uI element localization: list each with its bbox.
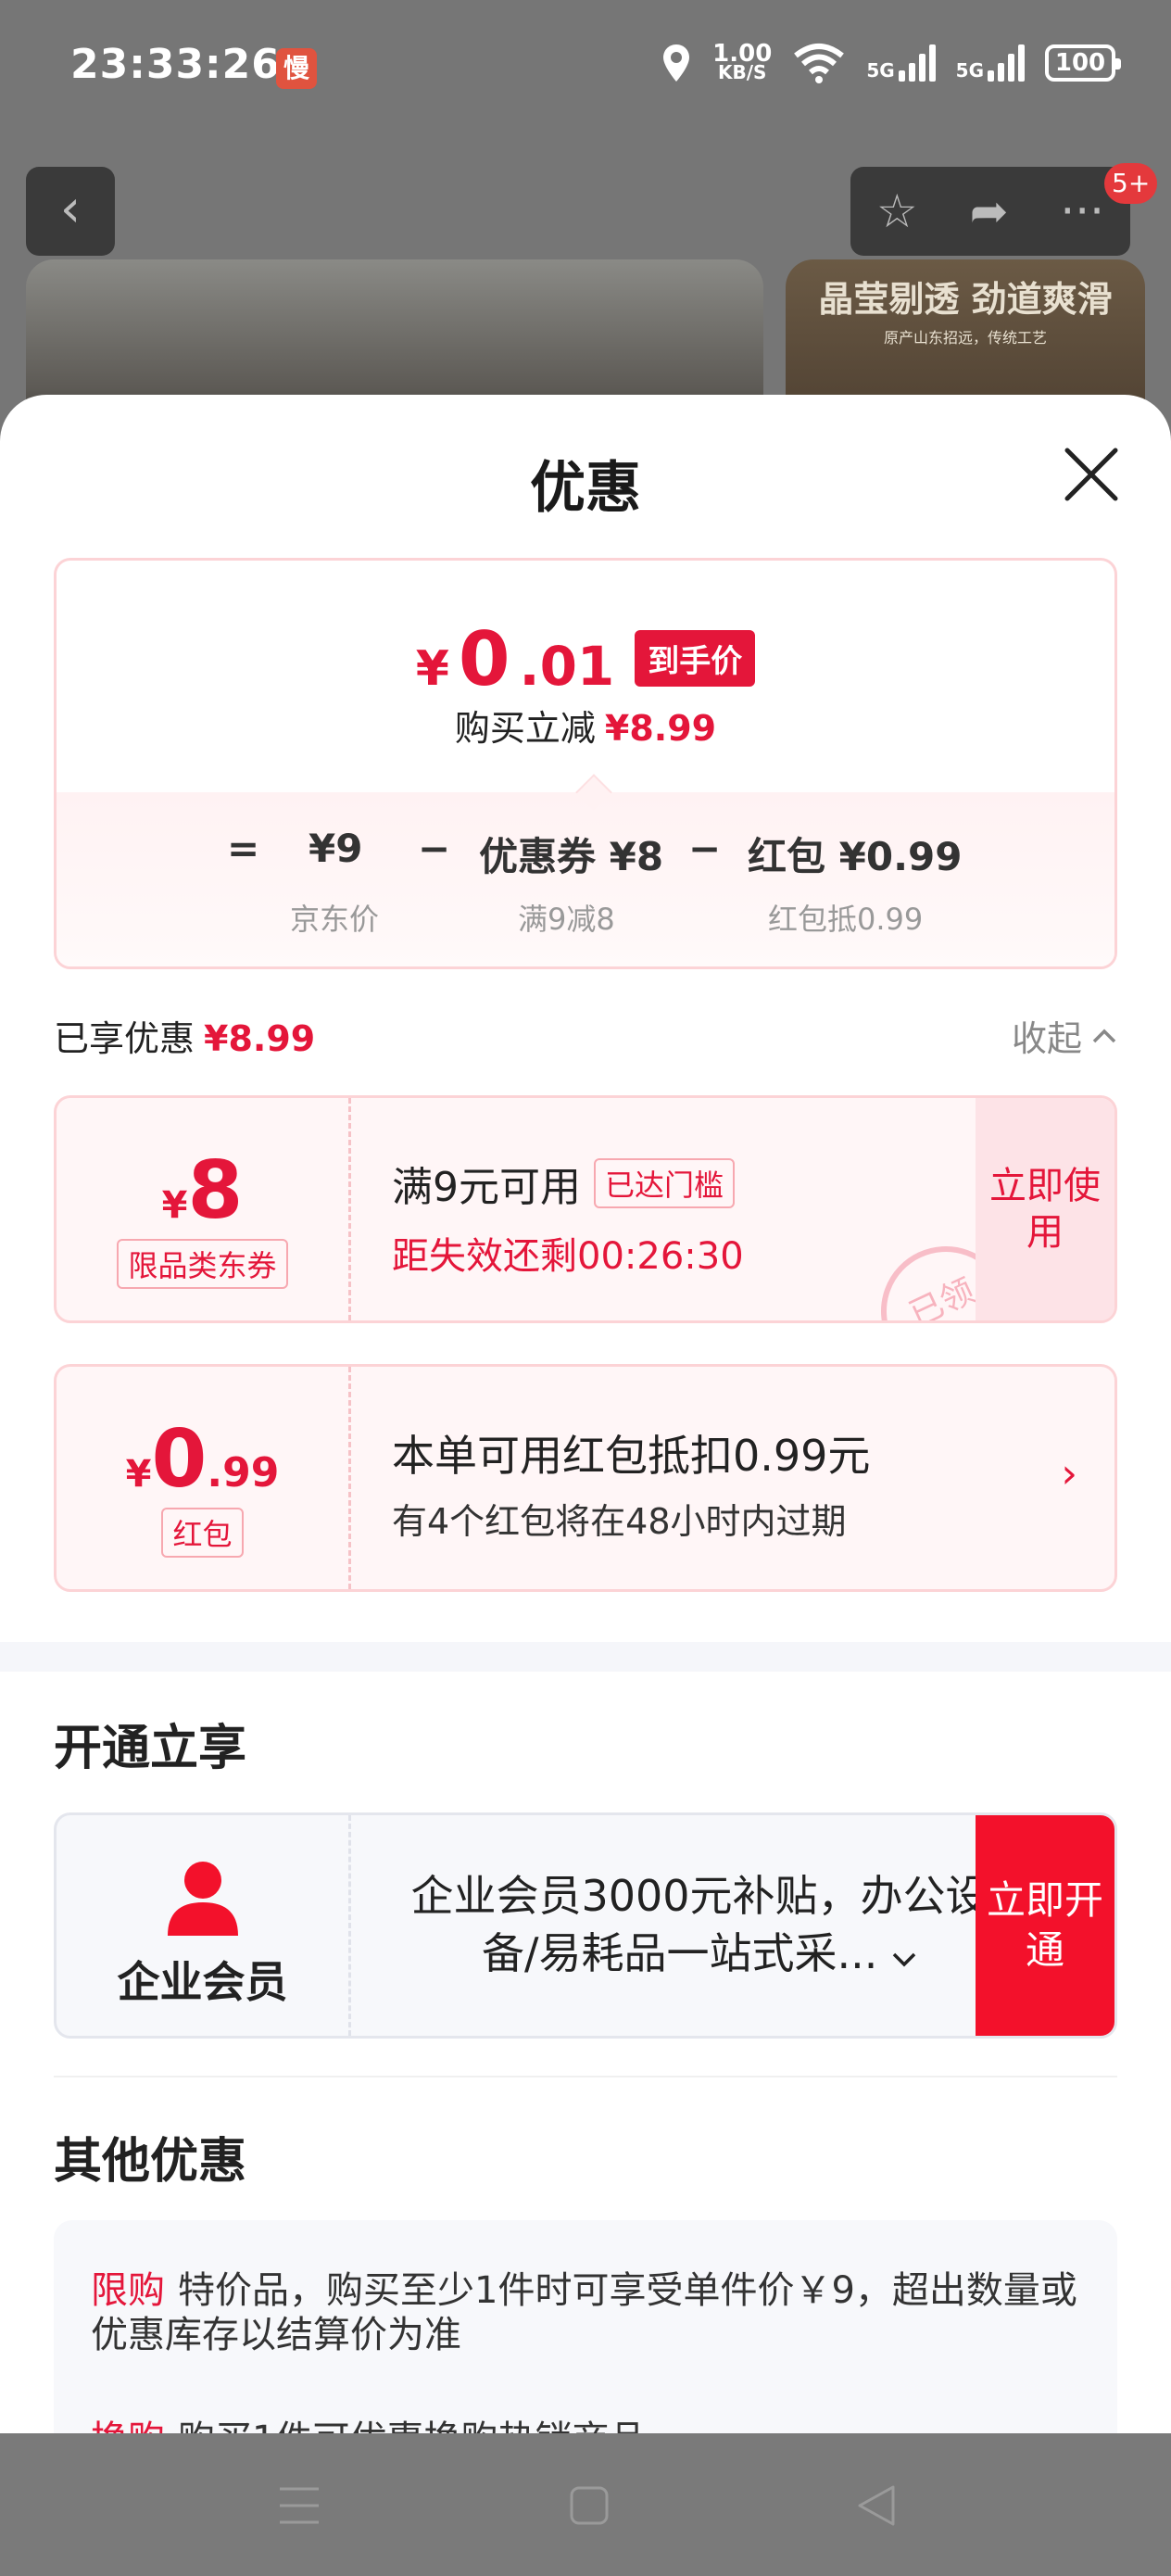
redpacket-value: ¥0.99 红包 [57, 1367, 351, 1589]
member-desc[interactable]: 企业会员3000元补贴，办公设备/易耗品一站式采... [384, 1867, 1014, 1982]
status-icons: 1.00 KB/S 5G 5G 100 [661, 40, 1121, 83]
open-section-title: 开通立享 [54, 1721, 247, 1776]
message-badge: 5+ [1104, 163, 1158, 204]
final-price: ¥ 0 .01 到手价 [57, 616, 1114, 702]
wifi-icon [794, 44, 845, 83]
status-bar: 23:33:26 慢 1.00 KB/S 5G 5G 100 [0, 0, 1171, 139]
location-icon [663, 44, 690, 82]
coupon-card: ¥8 限品类东券 满9元可用 已达门槛 距失效还剩00:26:30 已领 立即使用 [54, 1095, 1117, 1323]
slow-badge: 慢 [276, 48, 317, 89]
member-name: 企业会员 [117, 1957, 288, 2007]
signal-1: 5G [866, 44, 936, 82]
chevron-right-icon: › [1061, 1450, 1077, 1497]
open-membership-button[interactable]: 立即开通 [976, 1815, 1114, 2036]
person-icon [167, 1862, 238, 1936]
chevron-down-icon [892, 1952, 916, 1967]
share-icon[interactable]: ➦ [970, 184, 1009, 238]
status-time: 23:33:26 [70, 41, 281, 88]
coupon-value: ¥8 限品类东券 [57, 1098, 351, 1320]
top-actions: ☆ ➦ ··· [850, 167, 1130, 256]
home-icon[interactable] [569, 2485, 610, 2526]
membership-card: 企业会员 企业会员3000元补贴，办公设备/易耗品一站式采... 立即开通 [54, 1812, 1117, 2039]
close-icon[interactable] [1062, 445, 1121, 504]
redpacket-type: 红包 [161, 1508, 244, 1558]
coupon-type: 限品类东券 [117, 1239, 288, 1289]
signal-2: 5G [956, 44, 1025, 82]
list-item: 换购购买1件可优惠换购热销商品 [91, 2409, 646, 2433]
menu-icon[interactable] [278, 2485, 321, 2526]
back-button[interactable]: ‹ [26, 167, 115, 256]
favorite-icon[interactable]: ☆ [876, 184, 918, 238]
other-discounts: 限购特价品，购买至少1件时可享受单件价￥9，超出数量或优惠库存以结算价为准 换购… [54, 2220, 1117, 2433]
discount-sheet: 优惠 ¥ 0 .01 到手价 购买立减 ¥8.99 = ¥9 − 优惠券 ¥8 −… [0, 395, 1171, 2433]
redpacket-info: 本单可用红包抵扣0.99元 有4个红包将在48小时内过期 [392, 1431, 871, 1542]
chevron-up-icon [1092, 1029, 1116, 1042]
coupon-deduction: 优惠券 ¥8 [479, 834, 664, 879]
battery-icon: 100 [1045, 44, 1121, 82]
more-icon[interactable]: ··· [1060, 184, 1104, 238]
base-price: ¥9 [308, 826, 363, 871]
list-item: 限购 特价品，购买至少1件时可享受单件价￥9，超出数量或优惠库存以结算价为准 [91, 2269, 1077, 2356]
redpacket-card[interactable]: ¥0.99 红包 本单可用红包抵扣0.99元 有4个红包将在48小时内过期 › [54, 1364, 1117, 1592]
price-card: ¥ 0 .01 到手价 购买立减 ¥8.99 = ¥9 − 优惠券 ¥8 − 红包… [54, 558, 1117, 969]
coupon-countdown: 距失效还剩00:26:30 [392, 1235, 744, 1278]
instant-save: 购买立减 ¥8.99 [454, 708, 717, 749]
net-speed: 1.00 KB/S [712, 40, 773, 83]
use-now-button[interactable]: 立即使用 [976, 1098, 1114, 1320]
coupon-info: 满9元可用 已达门槛 距失效还剩00:26:30 [392, 1154, 744, 1280]
price-breakdown: = ¥9 − 优惠券 ¥8 − 红包 ¥0.99 京东价 满9减8 红包抵0.9… [57, 792, 1114, 966]
redpacket-deduction: 红包 ¥0.99 [748, 834, 963, 879]
section-divider [0, 1642, 1171, 1672]
divider [54, 2076, 1117, 2077]
other-section-title: 其他优惠 [54, 2134, 247, 2190]
back-nav-icon[interactable] [856, 2483, 897, 2528]
navigation-bar [0, 2433, 1171, 2576]
threshold-chip: 已达门槛 [594, 1158, 736, 1208]
final-price-tag: 到手价 [635, 630, 756, 687]
sheet-title: 优惠 [530, 456, 641, 521]
background-page: 23:33:26 慢 1.00 KB/S 5G 5G 100 ‹ ☆ ➦ ··· … [0, 0, 1171, 445]
enjoyed-discount: 已享优惠 ¥8.99 [54, 1018, 316, 1059]
collapse-toggle[interactable]: 收起 [1012, 1010, 1117, 1061]
